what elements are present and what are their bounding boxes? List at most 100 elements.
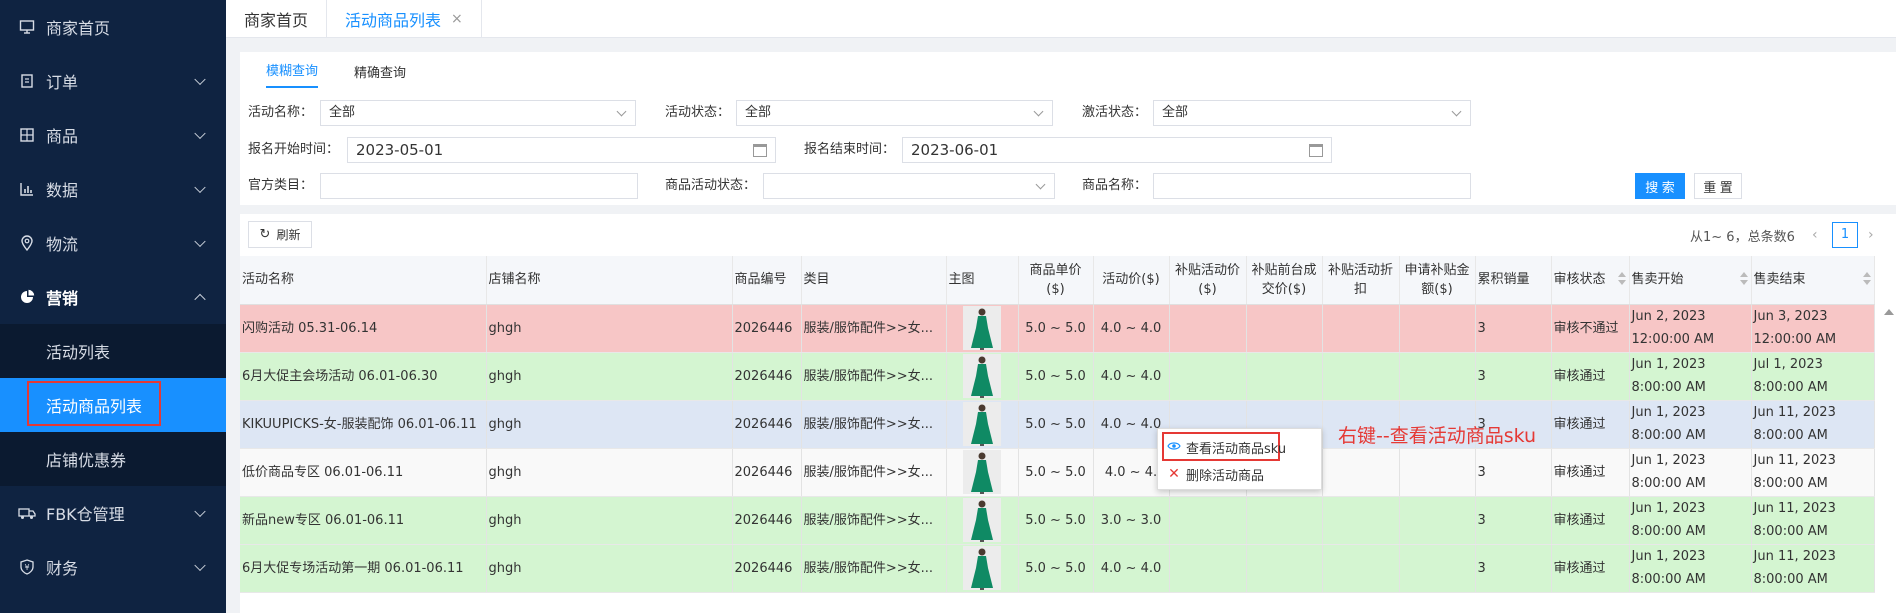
sidebar-item-data[interactable]: 数据: [0, 162, 226, 216]
svg-text:¥: ¥: [24, 563, 29, 572]
sidebar-item-label: 订单: [46, 73, 79, 92]
signup-start-date-input[interactable]: 2023-05-01: [347, 137, 776, 163]
cell-sale-start: Jun 2, 2023 12:00:00 AM: [1629, 304, 1752, 353]
product-thumbnail[interactable]: [963, 498, 1001, 542]
page-number-button[interactable]: 1: [1832, 222, 1858, 248]
calendar-icon: [753, 144, 767, 157]
sidebar-subitem-activity-products[interactable]: 活动商品列表: [0, 378, 226, 432]
table-row[interactable]: 闪购活动 05.31-06.14 ghgh 2026446 服装/服饰配件>>女...…: [240, 304, 1875, 353]
sidebar-item-marketing[interactable]: 营销: [0, 270, 226, 324]
sidebar-item-fbk-warehouse[interactable]: FBK仓管理: [0, 486, 226, 540]
cell-subsidy-discount: [1322, 544, 1400, 593]
col-header-label: 售卖开始: [1631, 272, 1684, 288]
product-thumbnail[interactable]: [963, 546, 1001, 590]
sort-icon[interactable]: [1862, 272, 1871, 288]
table-row[interactable]: 新品new专区 06.01-06.11 ghgh 2026446 服装/服饰配件>>女…: [240, 496, 1875, 545]
cell-sale-start: Jun 1, 2023 8:00:00 AM: [1629, 448, 1752, 497]
product-activity-status-select[interactable]: [763, 173, 1055, 199]
cell-shop-name: ghgh: [486, 448, 733, 497]
select-value: 全部: [329, 105, 356, 120]
sidebar-item-label: 商家首页: [46, 19, 111, 38]
select-value: 全部: [745, 105, 772, 120]
chevron-down-icon: [194, 127, 206, 140]
cell-activity-name: KIKUUPICKS-女-服装配饰 06.01-06.11: [240, 400, 487, 449]
product-name-input[interactable]: [1153, 173, 1471, 199]
col-header: 累积销量: [1475, 256, 1552, 305]
cell-subsidy-discount: [1322, 304, 1400, 353]
tab-exact-query[interactable]: 精确查询: [354, 62, 406, 88]
monitor-icon: [18, 18, 36, 36]
col-header-sortable[interactable]: 售卖结束: [1751, 256, 1875, 305]
activity-status-select[interactable]: 全部: [736, 100, 1053, 126]
prev-page-button[interactable]: ‹: [1812, 227, 1818, 243]
cell-subsidy-front-price: [1246, 496, 1323, 545]
cell-product-code: 2026446: [732, 448, 802, 497]
product-thumbnail[interactable]: [963, 306, 1001, 350]
col-header-sortable[interactable]: 售卖开始: [1629, 256, 1752, 305]
close-icon[interactable]: ×: [451, 11, 463, 27]
col-header: 主图: [946, 256, 1019, 305]
cell-activity-name: 闪购活动 05.31-06.14: [240, 304, 487, 353]
table-row[interactable]: KIKUUPICKS-女-服装配饰 06.01-06.11 ghgh 2026446…: [240, 400, 1875, 449]
cell-sales: 3: [1475, 496, 1552, 545]
activation-status-select[interactable]: 全部: [1153, 100, 1471, 126]
activity-products-table: 活动名称 店铺名称 商品编号 类目 主图 商品单价($) 活动价($) 补贴活动…: [240, 256, 1875, 593]
menu-item-delete[interactable]: ✕ 删除活动商品: [1166, 463, 1264, 485]
cell-sales: 3: [1475, 352, 1552, 401]
reset-button[interactable]: 重 置: [1694, 173, 1742, 199]
sidebar-item-home[interactable]: 商家首页: [0, 0, 226, 54]
cell-audit-status: 审核不通过: [1551, 304, 1630, 353]
cell-main-image: [946, 496, 1019, 545]
activity-name-select[interactable]: 全部: [320, 100, 636, 126]
select-value: 全部: [1162, 105, 1189, 120]
signup-start-label: 报名开始时间：: [248, 142, 340, 157]
sidebar-item-products[interactable]: 商品: [0, 108, 226, 162]
product-thumbnail[interactable]: [963, 450, 1001, 494]
product-name-label: 商品名称：: [1082, 178, 1148, 193]
signup-end-date-input[interactable]: 2023-06-01: [902, 137, 1332, 163]
pager-summary: 从1~ 6，总条数6: [1690, 230, 1795, 245]
cell-activity-name: 6月大促主会场活动 06.01-06.30: [240, 352, 487, 401]
sidebar-item-finance[interactable]: ¥ 财务: [0, 540, 226, 594]
product-thumbnail[interactable]: [963, 402, 1001, 446]
refresh-button[interactable]: ↻ 刷新: [248, 221, 312, 248]
scroll-up-arrow-icon[interactable]: [1884, 309, 1894, 315]
cell-subsidy-amount: [1399, 496, 1476, 545]
cell-activity-price: 4.0 ~ 4.0: [1093, 304, 1170, 353]
sort-icon[interactable]: [1739, 272, 1748, 288]
cell-subsidy-front-price: [1246, 352, 1323, 401]
col-header: 商品编号: [732, 256, 802, 305]
menu-item-view-sku[interactable]: 查看活动商品sku: [1166, 436, 1286, 458]
tab-fuzzy-query[interactable]: 模糊查询: [266, 60, 319, 88]
search-button[interactable]: 搜 索: [1635, 173, 1685, 199]
sidebar-item-logistics[interactable]: 物流: [0, 216, 226, 270]
menu-item-label: 删除活动商品: [1186, 468, 1265, 484]
table-row[interactable]: 6月大促主会场活动 06.01-06.30 ghgh 2026446 服装/服饰配件>…: [240, 352, 1875, 401]
cell-audit-status: 审核通过: [1551, 496, 1630, 545]
cell-sale-end: Jun 11, 2023 8:00:00 AM: [1751, 400, 1875, 449]
sort-icon[interactable]: [1617, 272, 1626, 288]
sidebar-item-orders[interactable]: 订单: [0, 54, 226, 108]
chevron-down-icon: [1033, 106, 1044, 117]
sidebar-subitem-coupons[interactable]: 店铺优惠券: [0, 432, 226, 486]
next-page-button[interactable]: ›: [1868, 227, 1874, 243]
table-row[interactable]: 6月大促专场活动第一期 06.01-06.11 ghgh 2026446 服装/服饰配…: [240, 544, 1875, 593]
table-row[interactable]: 低价商品专区 06.01-06.11 ghgh 2026446 服装/服饰配件>>女.…: [240, 448, 1875, 497]
tab-home[interactable]: 商家首页: [226, 0, 328, 38]
cell-main-image: [946, 544, 1019, 593]
cell-sale-end: Jun 11, 2023 8:00:00 AM: [1751, 544, 1875, 593]
cell-category: 服装/服饰配件>>女...: [801, 496, 947, 545]
context-menu: 查看活动商品sku ✕ 删除活动商品: [1157, 428, 1322, 490]
menu-item-label: 查看活动商品sku: [1186, 441, 1287, 457]
cell-product-code: 2026446: [732, 352, 802, 401]
col-header-sortable[interactable]: 审核状态: [1551, 256, 1630, 305]
clipboard-icon: [18, 72, 36, 90]
cell-sale-end: Jun 11, 2023 8:00:00 AM: [1751, 448, 1875, 497]
official-category-input[interactable]: [320, 173, 638, 199]
cell-shop-name: ghgh: [486, 496, 733, 545]
truck-icon: [18, 504, 36, 522]
product-thumbnail[interactable]: [963, 354, 1001, 398]
cell-sale-start: Jun 1, 2023 8:00:00 AM: [1629, 400, 1752, 449]
tab-activity-products[interactable]: 活动商品列表 ×: [327, 0, 482, 38]
sidebar-subitem-activity-list[interactable]: 活动列表: [0, 324, 226, 378]
